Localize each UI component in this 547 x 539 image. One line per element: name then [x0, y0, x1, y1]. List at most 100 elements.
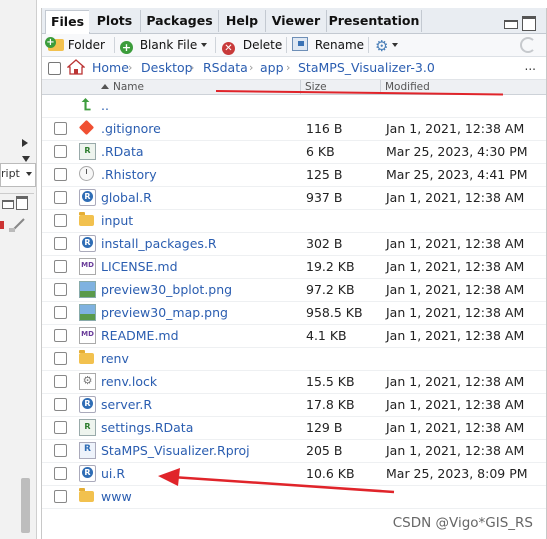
refresh-icon[interactable] — [520, 37, 536, 53]
table-row[interactable]: preview30_bplot.png 97.2 KB Jan 1, 2021, 1… — [42, 278, 546, 302]
scrollbar-thumb[interactable] — [21, 478, 30, 533]
minimize-icon[interactable] — [2, 200, 14, 209]
row-checkbox[interactable] — [54, 306, 67, 319]
file-modified: Jan 1, 2021, 12:38 AM — [386, 420, 525, 435]
delete-button[interactable]: ✕ Delete — [222, 36, 282, 55]
table-row[interactable]: install_packages.R 302 B Jan 1, 2021, 12:3… — [42, 232, 546, 256]
breadcrumb-separator: › — [128, 61, 133, 74]
table-row[interactable]: www — [42, 485, 546, 509]
row-checkbox[interactable] — [54, 329, 67, 342]
tab-help[interactable]: Help — [219, 10, 266, 32]
table-row[interactable]: global.R 937 B Jan 1, 2021, 12:38 AM — [42, 186, 546, 210]
script-dropdown[interactable]: ript — [0, 163, 36, 187]
row-checkbox[interactable] — [54, 168, 67, 181]
file-name-link[interactable]: server.R — [101, 396, 152, 413]
collapse-arrow-icon[interactable] — [22, 156, 30, 162]
maximize-icon[interactable] — [16, 196, 28, 210]
table-row[interactable]: MD README.md 4.1 KB Jan 1, 2021, 12:38 AM — [42, 324, 546, 348]
row-checkbox[interactable] — [54, 398, 67, 411]
table-row[interactable]: R .RData 6 KB Mar 25, 2023, 4:30 PM — [42, 140, 546, 164]
table-row[interactable]: MD LICENSE.md 19.2 KB Jan 1, 2021, 12:38 AM — [42, 255, 546, 279]
toolbar-divider — [286, 37, 287, 53]
home-icon[interactable] — [67, 59, 85, 75]
left-toolrow — [0, 215, 34, 235]
file-name-link[interactable]: install_packages.R — [101, 235, 217, 252]
row-checkbox[interactable] — [54, 260, 67, 273]
broom-icon[interactable] — [0, 215, 34, 235]
table-row[interactable]: renv — [42, 347, 546, 371]
toolbar-divider — [215, 37, 216, 53]
more-options-button[interactable]: ⚙ — [375, 36, 399, 55]
file-name-link[interactable]: www — [101, 488, 132, 505]
table-row[interactable]: .Rhistory 125 B Mar 25, 2023, 4:41 PM — [42, 163, 546, 187]
row-checkbox[interactable] — [54, 145, 67, 158]
parent-directory-link[interactable]: .. — [101, 97, 109, 114]
more-path-button[interactable]: ... — [525, 59, 536, 73]
tab-presentation[interactable]: Presentation — [327, 10, 422, 32]
select-all-checkbox[interactable] — [48, 62, 61, 75]
file-size: 129 B — [306, 420, 343, 435]
rdata-icon: R — [79, 143, 96, 160]
pane-window-controls — [504, 16, 538, 31]
table-row[interactable]: ui.R 10.6 KB Mar 25, 2023, 8:09 PM — [42, 462, 546, 486]
tab-viewer[interactable]: Viewer — [266, 10, 327, 32]
row-checkbox[interactable] — [54, 352, 67, 365]
rename-button[interactable]: Rename — [292, 36, 364, 54]
row-checkbox[interactable] — [54, 237, 67, 250]
file-name-link[interactable]: global.R — [101, 189, 152, 206]
breadcrumb-rsdata[interactable]: RSdata — [203, 60, 248, 76]
file-name-link[interactable]: LICENSE.md — [101, 258, 178, 275]
file-name-link[interactable]: .Rhistory — [101, 166, 157, 183]
maximize-pane-icon[interactable] — [522, 16, 536, 31]
file-name-link[interactable]: README.md — [101, 327, 179, 344]
table-row[interactable]: input — [42, 209, 546, 233]
file-name-link[interactable]: .RData — [101, 143, 144, 160]
tab-files[interactable]: Files — [45, 10, 90, 35]
breadcrumb-desktop[interactable]: Desktop — [141, 60, 193, 76]
table-row[interactable]: R StaMPS_Visualizer.Rproj 205 B Jan 1, 2021… — [42, 439, 546, 463]
file-name-link[interactable]: renv.lock — [101, 373, 157, 390]
file-size: 958.5 KB — [306, 305, 363, 320]
table-row[interactable]: preview30_map.png 958.5 KB Jan 1, 2021, 12… — [42, 301, 546, 325]
history-icon — [79, 166, 94, 181]
row-checkbox[interactable] — [54, 444, 67, 457]
tab-packages[interactable]: Packages — [141, 10, 219, 32]
row-checkbox[interactable] — [54, 214, 67, 227]
breadcrumb-home[interactable]: Home — [92, 60, 129, 76]
row-checkbox[interactable] — [54, 467, 67, 480]
table-row[interactable]: server.R 17.8 KB Jan 1, 2021, 12:38 AM — [42, 393, 546, 417]
file-size: 15.5 KB — [306, 374, 355, 389]
files-toolbar: + Folder + Blank File ✕ Delete Rename ⚙ — [42, 34, 546, 57]
file-name-link[interactable]: ui.R — [101, 465, 125, 482]
row-checkbox[interactable] — [54, 421, 67, 434]
table-row[interactable]: ⚙ renv.lock 15.5 KB Jan 1, 2021, 12:38 AM — [42, 370, 546, 394]
breadcrumb: Home › Desktop › RSdata › app › StaMPS_V… — [42, 57, 546, 80]
table-row[interactable]: Rsettings.RData 129 B Jan 1, 2021, 12:38 A… — [42, 416, 546, 440]
row-checkbox[interactable] — [54, 283, 67, 296]
file-name-link[interactable]: preview30_bplot.png — [101, 281, 232, 298]
breadcrumb-app[interactable]: app — [260, 60, 284, 76]
tab-plots[interactable]: Plots — [89, 10, 141, 32]
file-name-link[interactable]: settings.RData — [101, 419, 193, 436]
file-modified: Jan 1, 2021, 12:38 AM — [386, 397, 525, 412]
file-size: 125 B — [306, 167, 343, 182]
file-name-link[interactable]: StaMPS_Visualizer.Rproj — [101, 442, 250, 459]
row-checkbox[interactable] — [54, 490, 67, 503]
parent-directory-row[interactable]: ⮤ .. — [42, 94, 546, 118]
file-name-link[interactable]: input — [101, 212, 133, 229]
row-checkbox[interactable] — [54, 375, 67, 388]
delete-icon: ✕ — [222, 42, 235, 55]
file-name-link[interactable]: .gitignore — [101, 120, 161, 137]
breadcrumb-current-folder[interactable]: StaMPS_Visualizer-3.0 — [298, 60, 435, 76]
file-name-link[interactable]: renv — [101, 350, 129, 367]
minimize-pane-icon[interactable] — [504, 20, 518, 29]
table-row[interactable]: .gitignore 116 B Jan 1, 2021, 12:38 AM — [42, 117, 546, 141]
expand-arrow-icon[interactable] — [22, 139, 28, 147]
name-column-header[interactable]: Name — [101, 80, 144, 94]
row-checkbox[interactable] — [54, 122, 67, 135]
row-checkbox[interactable] — [54, 191, 67, 204]
new-folder-button[interactable]: + Folder — [45, 36, 105, 54]
r-file-icon — [79, 465, 96, 482]
file-name-link[interactable]: preview30_map.png — [101, 304, 228, 321]
blank-file-button[interactable]: + Blank File — [120, 36, 208, 54]
